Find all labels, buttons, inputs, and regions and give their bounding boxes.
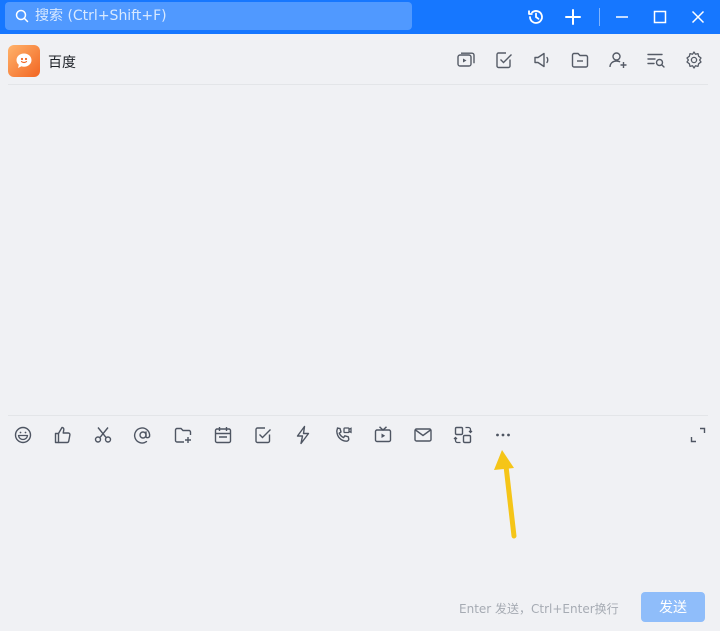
plus-icon[interactable] [561, 5, 585, 29]
video-call-icon[interactable] [454, 48, 478, 72]
send-hint: Enter 发送，Ctrl+Enter换行 [459, 602, 619, 616]
expand-icon[interactable] [686, 423, 710, 447]
phone-video-icon[interactable] [331, 423, 355, 447]
chat-title: 百度 [48, 55, 76, 71]
mail-icon[interactable] [411, 423, 435, 447]
emoji-icon[interactable] [11, 423, 35, 447]
calendar-icon[interactable] [211, 423, 235, 447]
history-icon[interactable] [524, 5, 548, 29]
task-check-icon[interactable] [492, 48, 516, 72]
message-input[interactable] [8, 455, 708, 585]
folder-icon[interactable] [568, 48, 592, 72]
annotation-arrow [480, 440, 530, 542]
close-icon[interactable] [686, 5, 710, 29]
settings-icon[interactable] [682, 48, 706, 72]
swap-icon[interactable] [451, 423, 475, 447]
avatar[interactable] [8, 45, 40, 77]
scissors-icon[interactable] [91, 423, 115, 447]
search-icon [15, 9, 29, 23]
checkbox-icon[interactable] [251, 423, 275, 447]
live-tv-icon[interactable] [371, 423, 395, 447]
lightning-icon[interactable] [291, 423, 315, 447]
maximize-icon[interactable] [648, 5, 672, 29]
message-list[interactable] [0, 85, 720, 415]
composer-divider [8, 415, 708, 416]
mention-icon[interactable] [131, 423, 155, 447]
title-bar [0, 0, 720, 34]
announcement-icon[interactable] [530, 48, 554, 72]
search-history-icon[interactable] [644, 48, 668, 72]
thumbs-up-icon[interactable] [51, 423, 75, 447]
chat-header: 百度 [0, 34, 720, 84]
title-separator [599, 8, 600, 26]
global-search[interactable] [5, 2, 412, 30]
search-input[interactable] [35, 8, 375, 24]
minimize-icon[interactable] [610, 5, 634, 29]
send-button[interactable]: 发送 [641, 592, 705, 622]
folder-add-icon[interactable] [171, 423, 195, 447]
add-member-icon[interactable] [606, 48, 630, 72]
